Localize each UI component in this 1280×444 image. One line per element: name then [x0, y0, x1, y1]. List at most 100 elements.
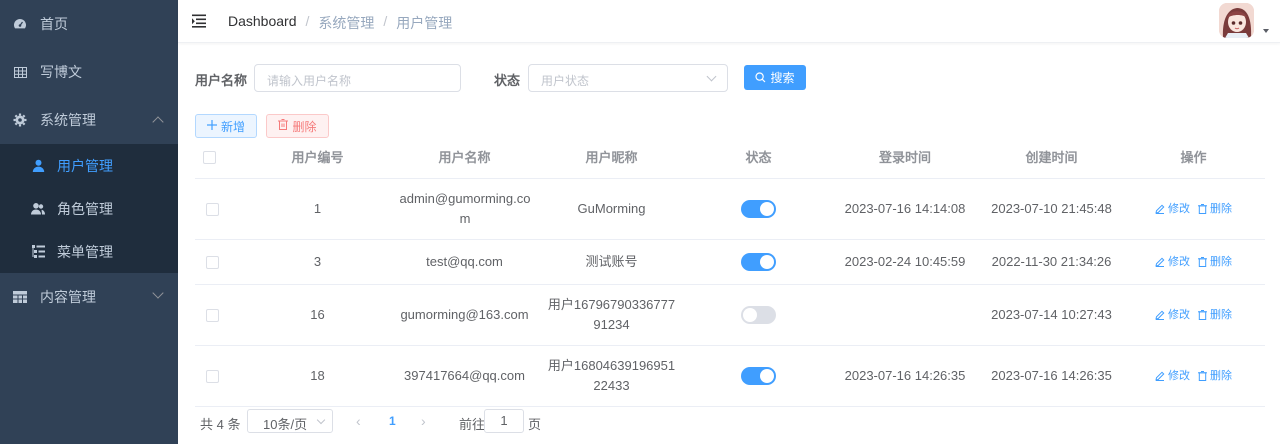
- chevron-down-icon: [152, 287, 164, 299]
- toggle-knob: [760, 369, 774, 383]
- trash-icon: [1198, 204, 1207, 214]
- trash-icon: [1198, 371, 1207, 381]
- gear-icon: [13, 113, 27, 127]
- avatar[interactable]: [1219, 3, 1254, 38]
- cell-login-time: 2023-02-24 10:45:59: [844, 254, 966, 269]
- sidebar-item-user-management[interactable]: 用户管理: [0, 144, 178, 187]
- delete-button[interactable]: 删除: [1198, 366, 1232, 386]
- search-icon: [755, 72, 766, 83]
- sidebar-item-label: 首页: [40, 16, 68, 32]
- status-toggle[interactable]: [741, 306, 776, 324]
- row-checkbox[interactable]: [205, 255, 219, 269]
- status-toggle[interactable]: [741, 253, 776, 271]
- page-suffix-label: 页: [528, 417, 542, 432]
- sidebar-item-content[interactable]: 内容管理: [0, 273, 178, 321]
- pagination-total: 共 4 条: [200, 417, 241, 432]
- cell-nickname: 测试账号: [585, 254, 638, 269]
- plus-icon: [206, 119, 217, 133]
- delete-button[interactable]: 删除: [1198, 305, 1232, 325]
- toggle-knob: [743, 308, 757, 322]
- cell-status: [685, 285, 832, 345]
- select-all-checkbox[interactable]: [202, 151, 216, 164]
- breadcrumb-separator: /: [305, 13, 310, 29]
- status-toggle[interactable]: [741, 200, 776, 218]
- page-size-value: 10条/页: [263, 417, 308, 432]
- goto-page-input[interactable]: 1: [484, 409, 524, 433]
- cell-login-time: 2023-07-16 14:26:35: [844, 368, 966, 383]
- prev-page-button[interactable]: ‹: [356, 413, 361, 429]
- page-number-current[interactable]: 1: [389, 414, 396, 428]
- row-checkbox[interactable]: [205, 308, 219, 322]
- column-header-login-time: 登录时间: [878, 150, 931, 165]
- cell-actions: 修改 删除: [1125, 346, 1262, 406]
- breadcrumb-item-dashboard[interactable]: Dashboard: [228, 13, 297, 33]
- next-page-button[interactable]: ›: [421, 413, 426, 429]
- row-checkbox[interactable]: [205, 369, 219, 383]
- cell-username: admin@gumorming.com: [399, 191, 531, 226]
- row-checkbox-cell: [195, 240, 229, 284]
- edit-label: 修改: [1168, 309, 1190, 321]
- edit-button[interactable]: 修改: [1155, 305, 1190, 325]
- delete-label: 删除: [1210, 370, 1232, 382]
- navbar: Dashboard / 系统管理 / 用户管理: [178, 0, 1280, 43]
- add-button[interactable]: 新增: [195, 114, 257, 138]
- table-row: 16 gumorming@163.com 用户16796790336777912…: [195, 285, 1265, 346]
- edit-icon: [1155, 310, 1165, 320]
- pagination: 共 4 条 10条/页 ‹ 1 › 前往 1 页: [200, 408, 600, 434]
- edit-button[interactable]: 修改: [1155, 366, 1190, 386]
- edit-label: 修改: [1168, 370, 1190, 382]
- row-checkbox-cell: [195, 285, 229, 345]
- table-row: 3 test@qq.com 测试账号 2023-02-24 10:45:59 2…: [195, 240, 1265, 285]
- sidebar-item-menu-management[interactable]: 菜单管理: [0, 230, 178, 273]
- chevron-up-icon: [152, 116, 164, 128]
- trash-icon: [278, 119, 289, 133]
- sidebar-item-label: 角色管理: [57, 200, 113, 217]
- row-checkbox-cell: [195, 179, 229, 239]
- batch-delete-button[interactable]: 删除: [266, 114, 329, 138]
- table-header: 用户编号 用户名称 用户昵称 状态 登录时间 创建时间 操作: [195, 142, 1265, 179]
- search-button[interactable]: 搜索: [744, 65, 806, 90]
- cell-actions: 修改 删除: [1125, 179, 1262, 239]
- trash-icon: [1198, 310, 1207, 320]
- cell-id: 1: [313, 201, 322, 216]
- row-checkbox-cell: [195, 346, 229, 406]
- search-form: 用户名称 请输入用户名称 状态 用户状态 搜索: [195, 64, 895, 92]
- edit-button[interactable]: 修改: [1155, 199, 1190, 219]
- status-select[interactable]: 用户状态: [528, 64, 728, 92]
- edit-label: 修改: [1168, 256, 1190, 268]
- breadcrumb: Dashboard / 系统管理 / 用户管理: [228, 13, 452, 33]
- breadcrumb-item-system: 系统管理: [318, 15, 375, 31]
- row-checkbox[interactable]: [205, 202, 219, 216]
- cell-username: 397417664@qq.com: [404, 368, 525, 383]
- edit-icon: [1155, 371, 1165, 381]
- delete-button[interactable]: 删除: [1198, 252, 1232, 272]
- delete-button[interactable]: 删除: [1198, 199, 1232, 219]
- sidebar-item-system[interactable]: 系统管理: [0, 96, 178, 144]
- column-header-actions: 操作: [1180, 150, 1207, 165]
- user-table: 用户编号 用户名称 用户昵称 状态 登录时间 创建时间 操作 1 admin@g…: [195, 142, 1265, 407]
- column-header-status: 状态: [745, 150, 772, 165]
- status-toggle[interactable]: [741, 367, 776, 385]
- table-row: 1 admin@gumorming.com GuMorming 2023-07-…: [195, 179, 1265, 240]
- page-size-select[interactable]: 10条/页: [247, 409, 333, 433]
- cell-id: 3: [313, 254, 322, 269]
- cell-username: gumorming@163.com: [400, 307, 529, 322]
- sidebar-submenu: 用户管理 角色管理 菜单管理: [0, 144, 178, 273]
- caret-down-icon[interactable]: [1263, 29, 1269, 33]
- sidebar-item-role-management[interactable]: 角色管理: [0, 187, 178, 230]
- toggle-knob: [760, 255, 774, 269]
- user-icon: [31, 159, 45, 173]
- username-search-input[interactable]: 请输入用户名称: [254, 64, 461, 92]
- edit-label: 修改: [1168, 203, 1190, 215]
- hamburger-menu-icon[interactable]: [192, 13, 208, 29]
- column-header-username: 用户名称: [438, 150, 491, 165]
- sidebar-item-write-post[interactable]: 写博文: [0, 48, 178, 96]
- username-label: 用户名称: [195, 73, 248, 88]
- column-header-nickname: 用户昵称: [585, 150, 638, 165]
- column-header-id: 用户编号: [291, 150, 344, 165]
- add-button-label: 新增: [220, 119, 245, 134]
- edit-button[interactable]: 修改: [1155, 252, 1190, 272]
- list-icon: [31, 245, 45, 259]
- sidebar-item-home[interactable]: 首页: [0, 0, 178, 48]
- trash-icon: [1198, 257, 1207, 267]
